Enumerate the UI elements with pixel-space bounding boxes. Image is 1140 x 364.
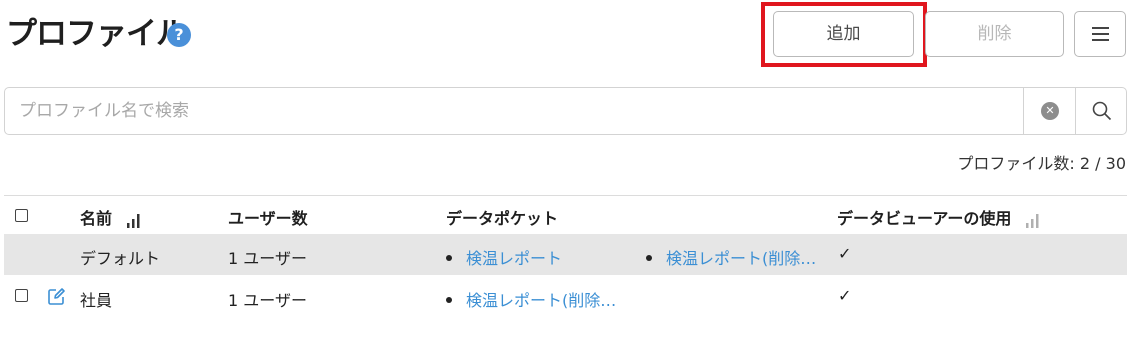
column-header-users: ユーザー数 <box>228 209 308 228</box>
add-button[interactable]: 追加 <box>773 11 914 57</box>
hamburger-menu-icon <box>1092 27 1109 41</box>
sort-icon <box>1025 213 1039 228</box>
edit-icon[interactable] <box>47 287 66 306</box>
data-pocket-item[interactable]: 検温レポート <box>446 245 562 269</box>
user-count: 1 ユーザー <box>228 291 307 310</box>
bullet <box>646 254 652 261</box>
clear-search-button[interactable]: ✕ <box>1023 88 1075 134</box>
clear-circle-icon: ✕ <box>1041 102 1059 120</box>
data-pocket-link[interactable]: 検温レポート(削除… <box>466 291 616 310</box>
bullet <box>446 254 452 261</box>
data-viewer-check-icon: ✓ <box>838 286 852 305</box>
profile-name[interactable]: 社員 <box>80 287 112 311</box>
user-count: 1 ユーザー <box>228 249 307 268</box>
search-bar: ✕ <box>4 87 1127 135</box>
profile-count-value: 2 / 30 <box>1079 154 1126 173</box>
column-header-data-viewer[interactable]: データビューアーの使用 <box>837 205 1041 229</box>
profile-count-label: プロファイル数: <box>957 154 1075 173</box>
menu-button[interactable] <box>1074 11 1126 57</box>
data-pocket-item[interactable]: 検温レポート(削除… <box>646 245 816 269</box>
profile-count: プロファイル数: 2 / 30 <box>957 150 1126 174</box>
sort-icon <box>126 213 140 228</box>
search-button[interactable] <box>1075 88 1127 134</box>
delete-button[interactable]: 削除 <box>925 11 1064 57</box>
data-viewer-check-icon: ✓ <box>838 244 852 263</box>
column-data-viewer-label: データビューアーの使用 <box>837 209 1012 228</box>
row-checkbox[interactable] <box>15 289 28 302</box>
column-name-label: 名前 <box>80 209 113 228</box>
bullet <box>446 296 452 303</box>
help-icon[interactable]: ? <box>167 23 191 47</box>
column-header-data-pockets: データポケット <box>446 209 559 228</box>
data-pocket-item[interactable]: 検温レポート(削除… <box>446 287 616 311</box>
data-pocket-link[interactable]: 検温レポート <box>466 249 562 268</box>
page-title: プロファイル <box>6 16 187 52</box>
data-pocket-link[interactable]: 検温レポート(削除… <box>666 249 816 268</box>
search-input[interactable] <box>5 88 1023 134</box>
table-header: 名前 ユーザー数 データポケット データビューアーの使用 <box>4 196 1127 234</box>
table-row[interactable]: 社員 1 ユーザー 検温レポート(削除… ✓ <box>4 276 1127 317</box>
column-header-name[interactable]: 名前 <box>80 205 142 229</box>
select-all-checkbox[interactable] <box>15 209 28 222</box>
profile-name[interactable]: デフォルト <box>80 245 160 269</box>
table-row[interactable]: デフォルト 1 ユーザー 検温レポート 検温レポート(削除… ✓ <box>4 234 1127 275</box>
search-icon <box>1092 101 1112 121</box>
